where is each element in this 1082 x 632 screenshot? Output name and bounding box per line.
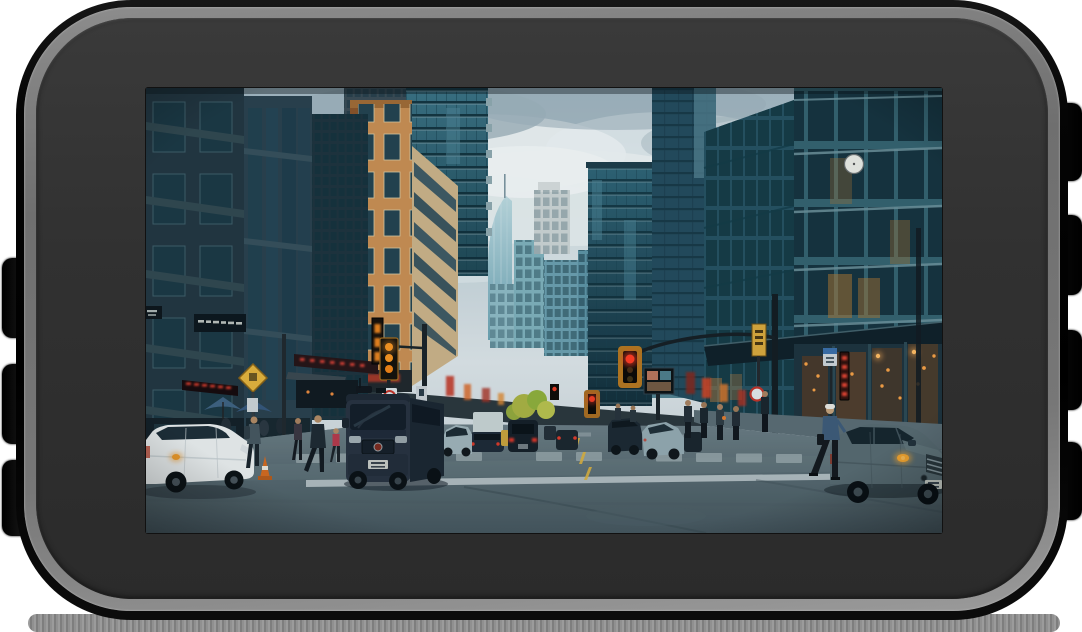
product-shot bbox=[0, 0, 1082, 632]
dashcam-screen bbox=[146, 88, 942, 533]
vignette bbox=[146, 88, 942, 533]
street-scene bbox=[146, 88, 942, 533]
